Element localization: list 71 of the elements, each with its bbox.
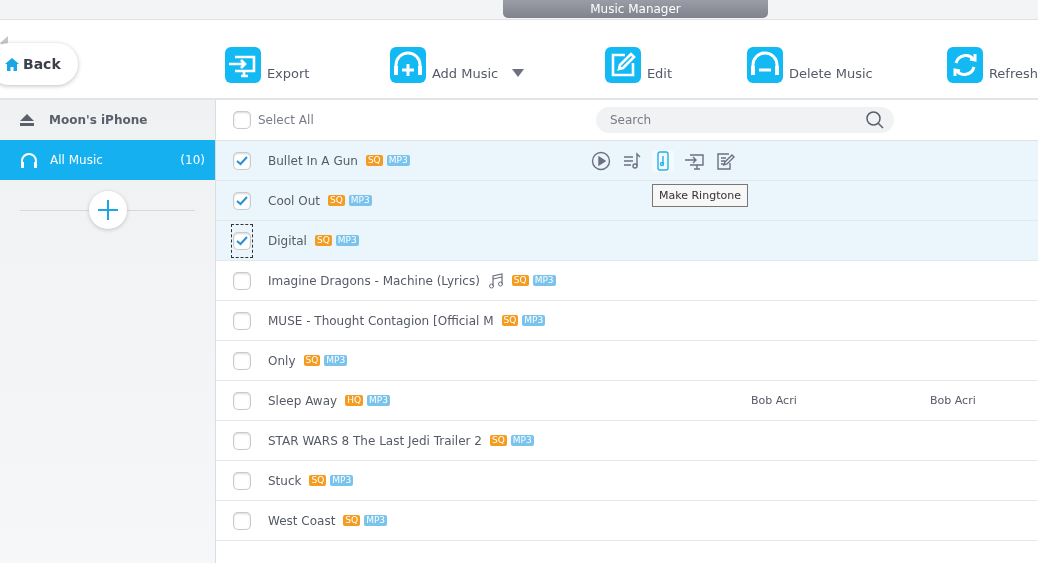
format-tag: MP3 <box>532 275 556 286</box>
checkbox[interactable] <box>234 432 250 449</box>
refresh-icon <box>946 47 983 83</box>
device-name: Moon's iPhone <box>49 113 148 127</box>
delete-button[interactable]: Delete Music <box>746 47 873 83</box>
song-title: West Coast <box>268 513 336 528</box>
song-row[interactable]: Bullet In A Gun SQ MP3 <box>216 141 1038 181</box>
format-tag: MP3 <box>522 315 546 326</box>
format-tag: MP3 <box>330 475 354 486</box>
edit-icon[interactable] <box>714 150 736 172</box>
checkbox[interactable] <box>234 192 250 209</box>
quality-tag: SQ <box>489 435 507 446</box>
checkbox[interactable] <box>234 472 250 489</box>
song-title: Sleep Away <box>268 393 338 408</box>
format-tag: MP3 <box>510 435 534 446</box>
checkbox[interactable] <box>234 392 250 409</box>
back-button[interactable]: Back <box>0 43 78 85</box>
format-tag: MP3 <box>348 195 372 206</box>
checkbox[interactable] <box>234 512 250 529</box>
headphones-icon <box>20 152 38 168</box>
checkbox[interactable] <box>234 352 250 369</box>
quality-tag: HQ <box>345 395 363 406</box>
format-tag: MP3 <box>335 235 359 246</box>
song-title: Digital <box>268 233 307 248</box>
eject-icon <box>20 114 34 126</box>
quality-tag: SQ <box>303 355 321 366</box>
checkbox[interactable] <box>234 112 250 128</box>
edit-button[interactable]: Edit <box>604 47 673 83</box>
delete-icon <box>746 47 783 83</box>
song-title: Cool Out <box>268 193 320 208</box>
checkbox[interactable] <box>234 152 250 169</box>
refresh-button[interactable]: Refresh <box>946 47 1038 83</box>
format-tag: MP3 <box>386 155 410 166</box>
quality-tag: SQ <box>511 275 529 286</box>
select-all-label: Select All <box>258 113 314 127</box>
song-title: Imagine Dragons - Machine (Lyrics) <box>268 273 480 288</box>
album-text: Bob Acri <box>930 394 976 407</box>
tooltip: Make Ringtone <box>652 184 748 207</box>
song-title: Stuck <box>268 473 302 488</box>
window-title: Music Manager <box>503 0 768 18</box>
quality-tag: SQ <box>365 155 383 166</box>
song-title: MUSE - Thought Contagion [Official M <box>268 313 494 328</box>
format-tag: MP3 <box>364 515 388 526</box>
plus-icon <box>97 200 118 220</box>
play-icon[interactable] <box>590 150 612 172</box>
song-title: STAR WARS 8 The Last Jedi Trailer 2 <box>268 433 482 448</box>
add-button[interactable]: Add Music <box>389 47 525 83</box>
quality-tag: SQ <box>327 195 345 206</box>
playlist-icon[interactable] <box>621 150 643 172</box>
checkbox[interactable] <box>234 272 250 289</box>
quality-tag: SQ <box>314 235 332 246</box>
export-button[interactable]: Export <box>224 47 310 83</box>
format-tag: MP3 <box>367 395 390 406</box>
add-button[interactable] <box>88 191 127 229</box>
song-title: Only <box>268 353 296 368</box>
song-title: Bullet In A Gun <box>268 153 358 168</box>
search-icon <box>866 111 884 129</box>
artist-text: Bob Acri <box>751 394 797 407</box>
search-field[interactable]: Search <box>596 107 894 133</box>
add-icon <box>389 47 426 83</box>
home-icon <box>5 57 19 71</box>
checkbox[interactable] <box>234 232 250 249</box>
quality-tag: SQ <box>501 315 519 326</box>
ringtone-icon[interactable] <box>652 150 674 172</box>
song-row[interactable]: Digital SQ MP3 <box>216 221 1038 261</box>
edit-icon <box>604 47 641 83</box>
format-tag: MP3 <box>324 355 348 366</box>
checkbox[interactable] <box>234 312 250 329</box>
export-icon <box>224 47 261 83</box>
quality-tag: SQ <box>343 515 361 526</box>
quality-tag: SQ <box>309 475 327 486</box>
